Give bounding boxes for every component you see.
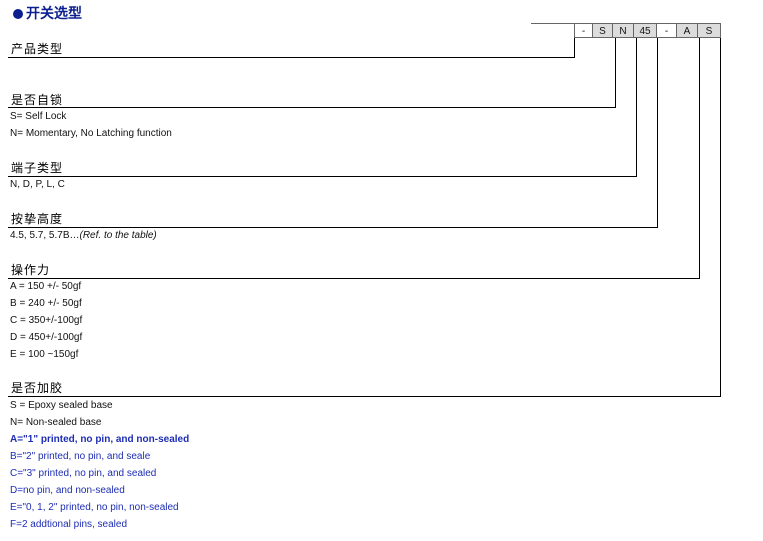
button-height-values: 4.5, 5.7, 5.7B…(Ref. to the table) [10,229,157,242]
operating-force-option: B = 240 +/- 50gf [10,298,82,309]
code-cell-a: A [676,23,698,38]
code-cell-s: S [592,23,613,38]
connector-button-height [657,38,658,227]
button-height-value: 4.5, 5.7, 5.7B… [10,230,80,241]
operating-force-label: 操作力 [11,263,51,277]
section-title: 开关选型 [13,4,82,22]
print-option: B="2" printed, no pin, and seale [10,451,151,462]
rule-glue [8,396,721,397]
rule-button-height [8,227,658,228]
print-option: D=no pin, and non-sealed [10,485,125,496]
product-type-label: 产品类型 [11,42,64,56]
operating-force-option: A = 150 +/- 50gf [10,281,82,292]
glue-label: 是否加胶 [11,381,64,395]
print-option: A="1" printed, no pin, and non-sealed [10,434,190,445]
button-height-note: (Ref. to the table) [79,230,157,241]
connector-operating-force [699,38,700,278]
print-option: F=2 addtional pins, sealed [10,519,128,530]
code-mid-sep: - [656,23,677,38]
glue-option: N= Non-sealed base [10,417,102,428]
connector-glue [720,38,721,396]
glue-option: S = Epoxy sealed base [10,400,113,411]
rule-self-lock [8,107,616,108]
operating-force-option: D = 450+/-100gf [10,332,83,343]
connector-terminal-type [636,38,637,176]
button-height-label: 按挚高度 [11,212,64,226]
operating-force-option: E = 100 ~150gf [10,349,79,360]
code-cell-height: 45 [633,23,657,38]
selection-page: 开关选型 - S N 45 - A S 产品类型 是否自锁 S= Self Lo… [0,0,763,541]
bullet-icon [13,9,23,19]
terminal-type-option: N, D, P, L, C [10,179,65,190]
rule-operating-force [8,278,700,279]
rule-product-type [8,57,575,58]
print-option: C="3" printed, no pin, and sealed [10,468,157,479]
connector-self-lock [615,38,616,107]
self-lock-option: S= Self Lock [10,111,67,122]
self-lock-label: 是否自锁 [11,93,64,107]
rule-terminal-type [8,176,637,177]
self-lock-option: N= Momentary, No Latching function [10,128,172,139]
code-cell-last-s: S [697,23,721,38]
print-option: E="0, 1, 2" printed, no pin, non-sealed [10,502,179,513]
terminal-type-label: 端子类型 [11,161,64,175]
code-prefix-sep: - [574,23,593,38]
connector-product-type [574,38,575,57]
code-cell-n: N [612,23,634,38]
operating-force-option: C = 350+/-100gf [10,315,83,326]
section-title-text: 开关选型 [26,5,82,21]
